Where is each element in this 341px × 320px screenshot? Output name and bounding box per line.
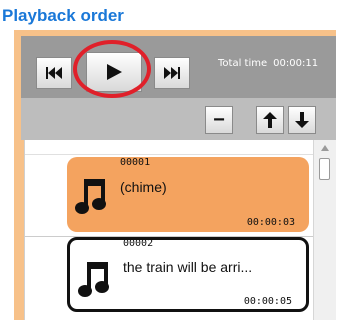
track-number: 00001 — [120, 157, 151, 168]
play-button-highlight-ring — [73, 40, 151, 98]
total-time: Total time 00:00:11 — [218, 58, 324, 69]
skip-previous-icon — [46, 67, 62, 79]
track-item[interactable]: 00002 the train will be arri... 00:00:05 — [67, 237, 309, 312]
move-down-button[interactable] — [288, 106, 316, 134]
music-note-icon — [78, 262, 109, 297]
music-note-icon — [75, 179, 106, 214]
previous-button[interactable] — [36, 57, 72, 89]
move-up-button[interactable] — [256, 106, 284, 134]
skip-next-icon — [164, 67, 180, 79]
list-divider — [25, 154, 314, 155]
total-time-label: Total time — [218, 58, 268, 69]
list-scrollbar[interactable] — [313, 140, 336, 320]
arrow-down-icon — [295, 112, 309, 128]
track-title: (chime) — [120, 179, 167, 195]
scroll-up-arrow-icon[interactable] — [321, 145, 329, 151]
track-duration: 00:00:03 — [246, 217, 295, 228]
panel-title: Playback order — [2, 6, 124, 25]
next-button[interactable] — [154, 57, 190, 89]
scroll-thumb[interactable] — [319, 158, 330, 180]
track-duration: 00:00:05 — [243, 296, 292, 307]
track-title: the train will be arri... — [123, 259, 253, 275]
track-number: 00002 — [123, 238, 154, 249]
track-list[interactable]: 00001 (chime) 00:00:03 00002 the train w… — [24, 140, 314, 320]
track-item[interactable]: 00001 (chime) 00:00:03 — [67, 157, 309, 232]
arrow-up-icon — [263, 112, 277, 128]
remove-button[interactable]: − — [205, 106, 233, 134]
total-time-value: 00:00:11 — [273, 58, 319, 69]
